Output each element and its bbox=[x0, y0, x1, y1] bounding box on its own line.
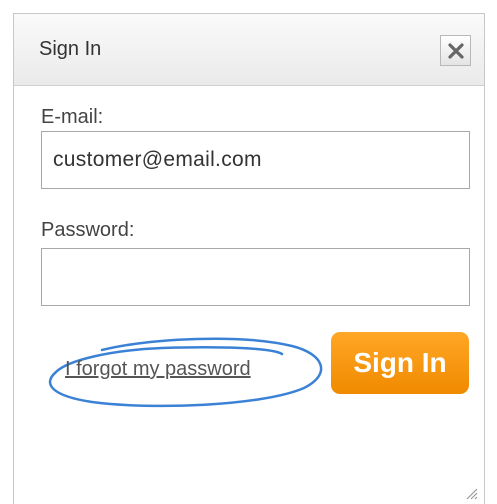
sign-in-button[interactable]: Sign In bbox=[331, 332, 469, 394]
dialog-title: Sign In bbox=[39, 38, 102, 60]
resize-grip-icon[interactable] bbox=[464, 486, 478, 500]
email-field[interactable] bbox=[41, 131, 470, 189]
dialog-titlebar: Sign In bbox=[14, 14, 484, 86]
forgot-password-area: I forgot my password bbox=[42, 332, 327, 412]
password-field[interactable] bbox=[41, 248, 470, 306]
close-button[interactable] bbox=[440, 35, 471, 66]
forgot-password-link[interactable]: I forgot my password bbox=[65, 358, 251, 381]
close-x-icon bbox=[448, 43, 464, 59]
email-label: E-mail: bbox=[41, 106, 104, 128]
password-label: Password: bbox=[41, 219, 135, 241]
sign-in-dialog: Sign In E-mail: Password: I forgot my pa… bbox=[13, 13, 485, 504]
